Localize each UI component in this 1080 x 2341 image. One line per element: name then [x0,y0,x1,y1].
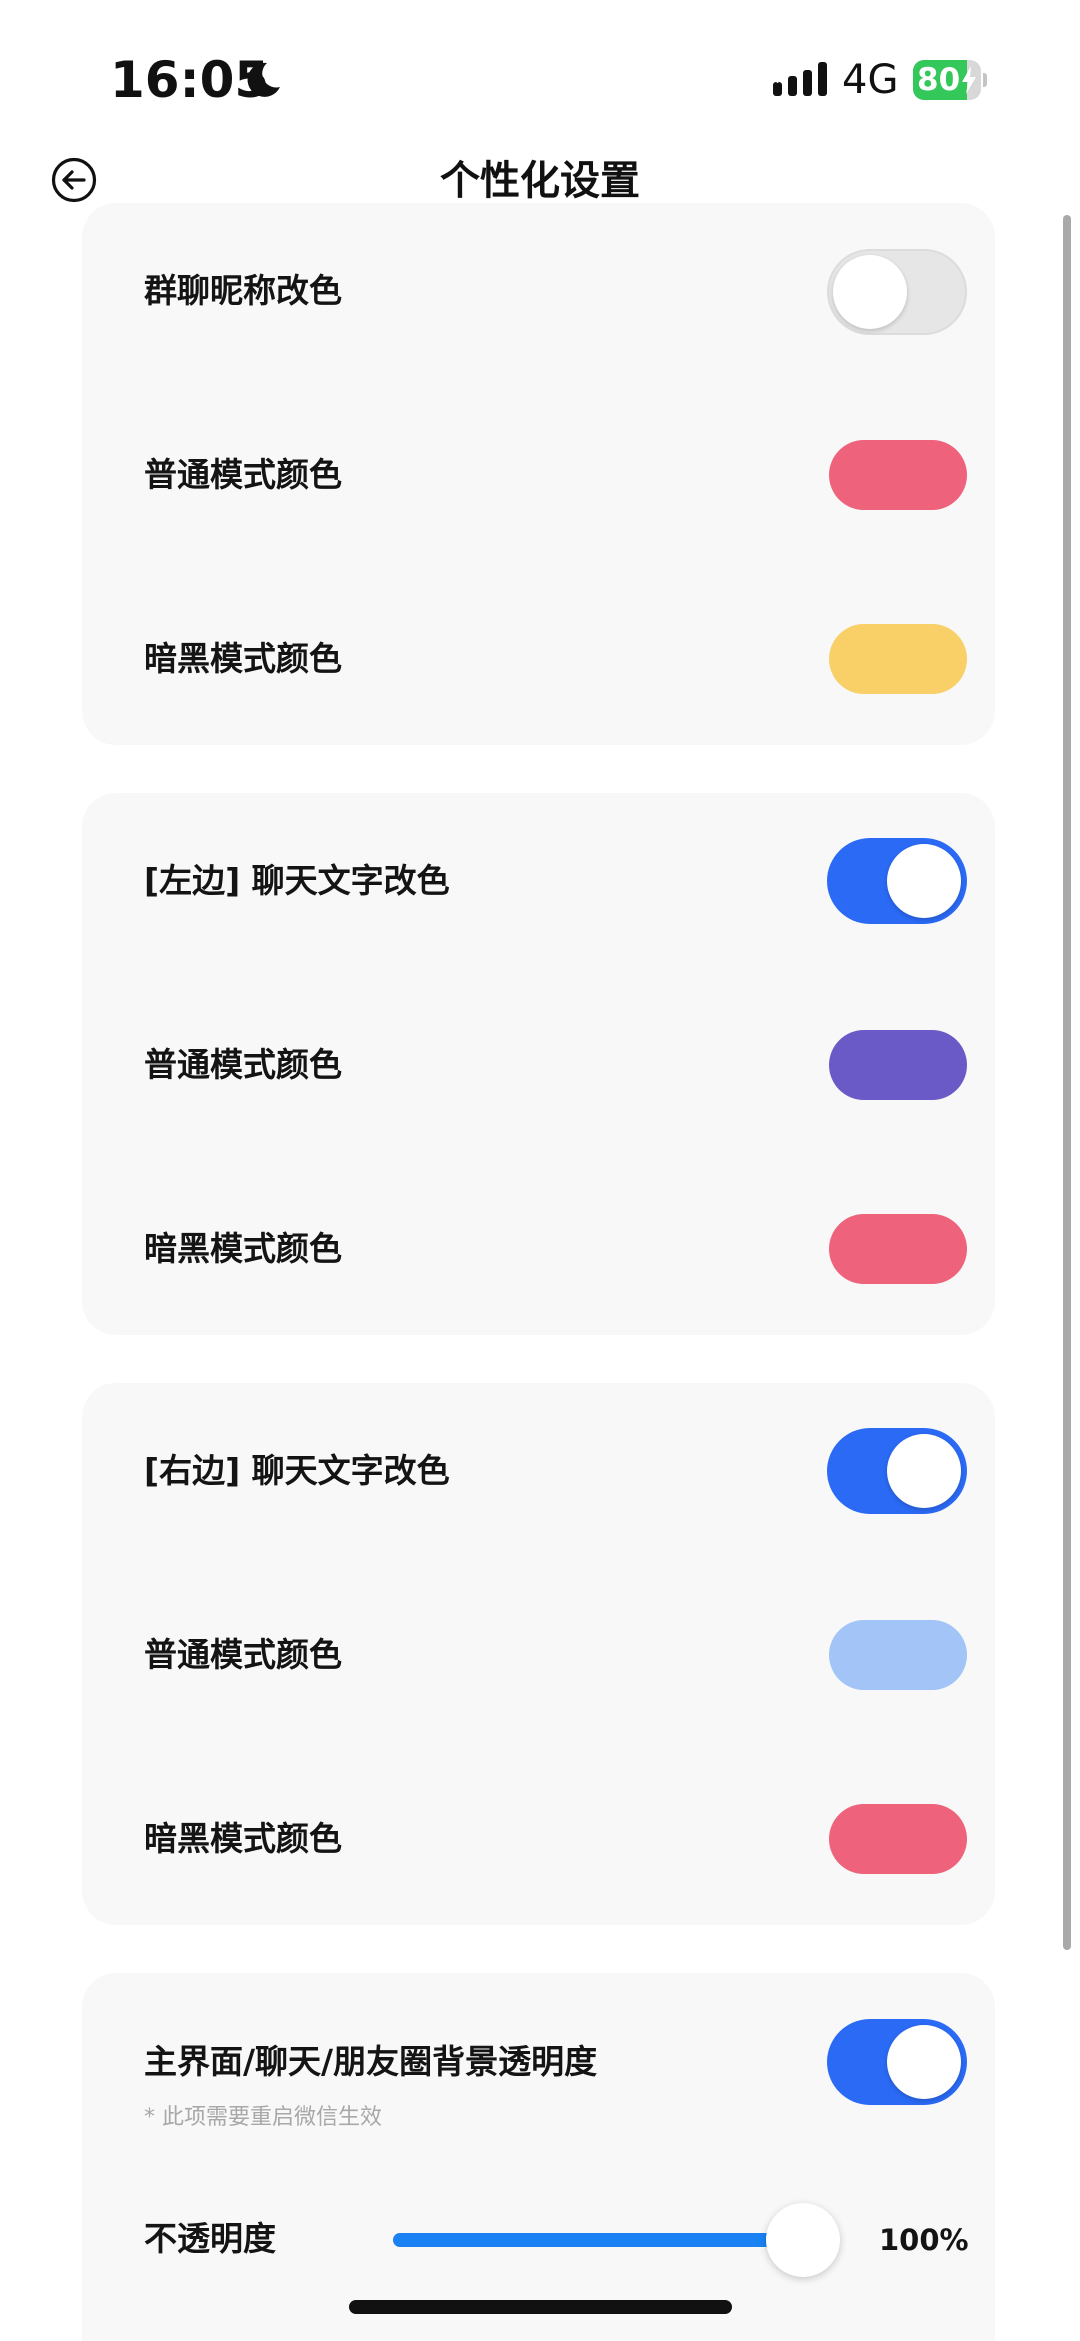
scrollbar[interactable] [1063,215,1071,1950]
row-label: 普通模式颜色 [144,1635,342,1674]
settings-card-background-opacity: 主界面/聊天/朋友圈背景透明度 * 此项需要重启微信生效 不透明度 100% [82,1973,995,2341]
row-label: 群聊昵称改色 [144,271,342,310]
settings-card-nickname: 群聊昵称改色 普通模式颜色 暗黑模式颜色 [82,203,995,745]
row-label: 主界面/聊天/朋友圈背景透明度 [144,2042,598,2081]
row-label: 暗黑模式颜色 [144,1229,342,1268]
color-swatch[interactable] [829,1030,967,1100]
color-swatch[interactable] [829,1620,967,1690]
battery-percent: 80 [917,62,961,98]
battery-icon: 80 [913,60,987,100]
row-label: [右边] 聊天文字改色 [144,1451,450,1490]
toggle-knob [887,844,961,918]
battery-cap [983,73,987,87]
nickname-color-toggle[interactable] [827,249,967,335]
row-label: 不透明度 [144,2219,276,2258]
moon-icon [247,62,280,97]
color-swatch[interactable] [829,624,967,694]
toggle-knob [887,2025,961,2099]
home-indicator[interactable] [349,2300,732,2314]
opacity-value: 100% [879,2223,969,2257]
opacity-slider-handle[interactable] [766,2203,840,2277]
row-label: 普通模式颜色 [144,1045,342,1084]
settings-card-right-text: [右边] 聊天文字改色 普通模式颜色 暗黑模式颜色 [82,1383,995,1925]
right-text-color-toggle[interactable] [827,1428,967,1514]
opacity-slider-fill [393,2233,793,2247]
color-swatch[interactable] [829,1214,967,1284]
color-swatch[interactable] [829,440,967,510]
signal-icon [773,62,827,96]
restart-note: * 此项需要重启微信生效 [144,2105,382,2130]
charging-bolt-icon [962,66,976,94]
row-label: 普通模式颜色 [144,455,342,494]
network-type: 4G [842,57,899,103]
screen: 16:05 4G 80 个性化设置 群聊昵称改色 普通模式颜色 暗黑模式颜色 [… [0,0,1080,2341]
opacity-slider-track[interactable] [393,2233,793,2247]
left-text-color-toggle[interactable] [827,838,967,924]
toggle-knob [833,255,907,329]
color-swatch[interactable] [829,1804,967,1874]
row-label: 暗黑模式颜色 [144,1819,342,1858]
row-label: 暗黑模式颜色 [144,639,342,678]
row-label: [左边] 聊天文字改色 [144,861,450,900]
background-opacity-toggle[interactable] [827,2019,967,2105]
toggle-knob [887,1434,961,1508]
settings-card-left-text: [左边] 聊天文字改色 普通模式颜色 暗黑模式颜色 [82,793,995,1335]
